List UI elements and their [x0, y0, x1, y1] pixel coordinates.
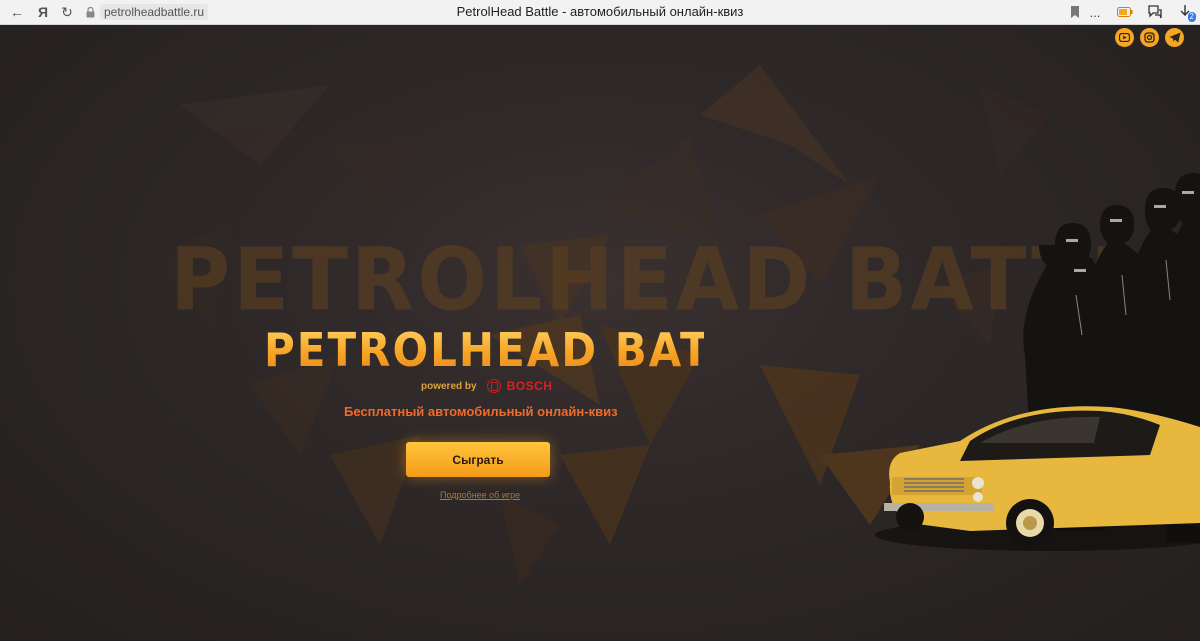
sponsor-name: BOSCH: [506, 379, 553, 393]
battery-icon: [1116, 3, 1134, 21]
bosch-logo-icon: [486, 379, 501, 393]
powered-by: powered by BOSCH: [421, 379, 552, 393]
address-bar[interactable]: petrolheadbattle.ru: [86, 3, 209, 21]
chat-icon[interactable]: [1146, 3, 1164, 21]
lock-icon: [86, 6, 95, 17]
youtube-icon[interactable]: [1115, 28, 1134, 47]
more-info-link[interactable]: Подробнее об игре: [440, 490, 520, 500]
more-menu-button[interactable]: ...: [1086, 3, 1104, 21]
back-icon[interactable]: ←: [8, 3, 26, 21]
telegram-icon[interactable]: [1165, 28, 1184, 47]
instagram-icon[interactable]: [1140, 28, 1159, 47]
play-button[interactable]: Сыграть: [406, 442, 550, 477]
site-logo-title: PETROLHEAD BATTLE: [264, 323, 802, 377]
hero-section: PETROLHEAD BATTLE PETROLHEAD BATTLE powe…: [0, 25, 1200, 641]
bookmark-icon[interactable]: [1068, 4, 1082, 20]
tagline: Бесплатный автомобильный онлайн-квиз: [344, 404, 618, 419]
downloads-badge: 2: [1187, 12, 1196, 22]
yandex-button[interactable]: Я: [34, 3, 52, 21]
powered-by-label: powered by: [421, 380, 477, 392]
hero-illustration: [875, 173, 1200, 551]
social-links: [1115, 28, 1184, 47]
yellow-car-illustration: [875, 406, 1200, 551]
url-text[interactable]: petrolheadbattle.ru: [100, 4, 209, 20]
downloads-icon[interactable]: 2: [1176, 3, 1196, 22]
reload-icon[interactable]: ↻: [58, 3, 76, 21]
browser-toolbar: ← Я ↻ petrolheadbattle.ru PetrolHead Bat…: [0, 0, 1200, 25]
